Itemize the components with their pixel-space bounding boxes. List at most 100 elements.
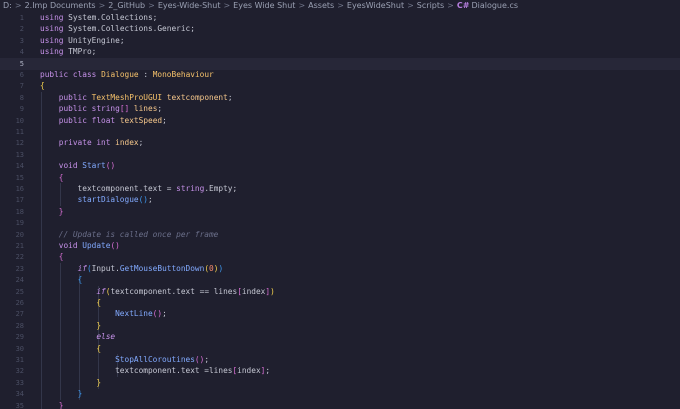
code-token: [] — [119, 104, 130, 114]
code-token: } — [96, 377, 102, 387]
breadcrumb-segment[interactable]: Eyes Wide Shut — [233, 0, 295, 12]
code-line[interactable]: 13 — [0, 148, 680, 161]
code-text: } — [40, 206, 64, 218]
code-text: public string[] lines; — [40, 103, 162, 115]
code-token: string — [91, 104, 120, 114]
code-line[interactable]: 2 using System.Collections.Generic; — [0, 23, 680, 35]
code-line[interactable]: 9 public string[] lines; — [0, 103, 680, 116]
code-text: StopAllCoroutines(); — [40, 354, 209, 366]
code-line[interactable]: 16 textcomponent.text = string.Empty; — [0, 183, 680, 195]
code-line[interactable]: 33 } — [0, 376, 680, 389]
code-text: } — [40, 400, 64, 409]
breadcrumb-segment[interactable]: 2.Imp Documents — [25, 0, 96, 12]
code-token: ; — [162, 309, 167, 319]
code-line[interactable]: 3 using UnityEngine; — [0, 35, 680, 47]
code-token: NextLine — [115, 309, 153, 319]
chevron-right-icon: > — [14, 1, 22, 10]
code-text: using System.Collections.Generic; — [40, 23, 195, 35]
code-token: void — [58, 241, 78, 250]
code-token: textcomponent — [166, 92, 228, 102]
code-token: textcomponent.text == lines — [110, 286, 238, 296]
code-line[interactable]: 18 } — [0, 205, 680, 218]
code-text: public float textSpeed; — [40, 115, 167, 127]
code-token: ; — [162, 115, 167, 125]
breadcrumb-file-name[interactable]: Dialogue.cs — [471, 0, 518, 12]
code-line[interactable]: 4 using TMPro; — [0, 46, 680, 58]
code-line[interactable]: 34 } — [0, 388, 680, 401]
line-number: 5 — [19, 59, 24, 68]
code-line[interactable]: 22 { — [0, 251, 680, 264]
code-line[interactable]: 12 private int index; — [0, 137, 680, 150]
chevron-right-icon: > — [407, 1, 414, 10]
code-line[interactable]: 6 public class Dialogue : MonoBehaviour — [0, 69, 680, 81]
code-line[interactable]: 10 public float textSpeed; — [0, 114, 680, 127]
code-line[interactable]: 32 textcomponent.text =lines[index]; — [0, 365, 680, 378]
breadcrumb-segment[interactable]: 2_GitHub — [108, 0, 145, 12]
code-text: void Start() — [40, 160, 115, 172]
code-line[interactable]: 5 — [0, 57, 680, 70]
line-number: 21 — [15, 242, 24, 250]
code-token: { — [96, 343, 102, 353]
code-editor[interactable]: 1 using System.Collections; 2 using System.… — [0, 12, 680, 409]
code-text: public class Dialogue : MonoBehaviour — [40, 69, 214, 81]
code-line[interactable]: 30 { — [0, 342, 680, 355]
code-line[interactable]: 31 StopAllCoroutines(); — [0, 354, 680, 366]
code-line[interactable]: 24 { — [0, 274, 680, 287]
code-line[interactable]: 35 } — [0, 399, 680, 409]
code-token: // Update is called once per frame — [58, 229, 219, 239]
code-line[interactable]: 27 NextLine(); — [0, 308, 680, 321]
line-number: 8 — [19, 93, 24, 102]
code-line[interactable]: 8 public TextMeshProUGUI textcomponent; — [0, 91, 680, 104]
code-line[interactable]: 19 — [0, 217, 680, 230]
code-line[interactable]: 14 void Start() — [0, 160, 680, 173]
code-token: : — [138, 70, 153, 79]
code-line[interactable]: 15 { — [0, 171, 680, 184]
code-line[interactable]: 11 — [0, 126, 680, 138]
code-line[interactable]: 25 if(textcomponent.text == lines[index]… — [0, 285, 680, 298]
code-token: else — [96, 332, 116, 342]
code-line[interactable]: 28 } — [0, 319, 680, 332]
code-line[interactable]: 29 else — [0, 331, 680, 344]
code-text: textcomponent.text = string.Empty; — [40, 183, 238, 195]
code-line[interactable]: 20 // Update is called once per frame — [0, 228, 680, 241]
line-number: 9 — [19, 105, 24, 114]
breadcrumb-segment[interactable]: EyesWideShut — [347, 0, 404, 12]
line-number: 35 — [15, 401, 24, 409]
code-token: () — [105, 161, 116, 171]
code-line[interactable]: 21 void Update() — [0, 240, 680, 252]
code-line[interactable]: 7{ — [0, 80, 680, 92]
chevron-right-icon: > — [337, 1, 344, 10]
breadcrumb-segment[interactable]: Assets — [308, 0, 334, 12]
code-text: NextLine(); — [40, 308, 167, 320]
code-line[interactable]: 1 using System.Collections; — [0, 12, 680, 24]
line-number: 31 — [15, 356, 24, 364]
indent-guide — [41, 148, 42, 161]
breadcrumb-segment[interactable]: Eyes-Wide-Shut — [158, 0, 221, 12]
chevron-right-icon: > — [98, 1, 106, 10]
code-line[interactable]: 23 if(Input.GetMouseButtonDown(0)) — [0, 262, 680, 275]
breadcrumb-segment[interactable]: D: — [3, 0, 12, 12]
line-number: 19 — [15, 219, 24, 228]
indent-guide — [41, 126, 42, 138]
code-line[interactable]: 26 { — [0, 297, 680, 309]
line-number: 32 — [15, 367, 24, 376]
line-number: 25 — [15, 287, 24, 296]
code-token: () — [138, 195, 148, 205]
code-token: using — [40, 47, 64, 57]
code-token: index — [237, 366, 261, 376]
code-token: textSpeed — [119, 115, 163, 125]
line-number: 18 — [15, 207, 24, 216]
code-token: int — [96, 138, 111, 148]
code-token: using — [40, 35, 64, 45]
code-line[interactable]: 17 startDialogue(); — [0, 194, 680, 207]
breadcrumb-segment[interactable]: Scripts — [417, 0, 444, 12]
